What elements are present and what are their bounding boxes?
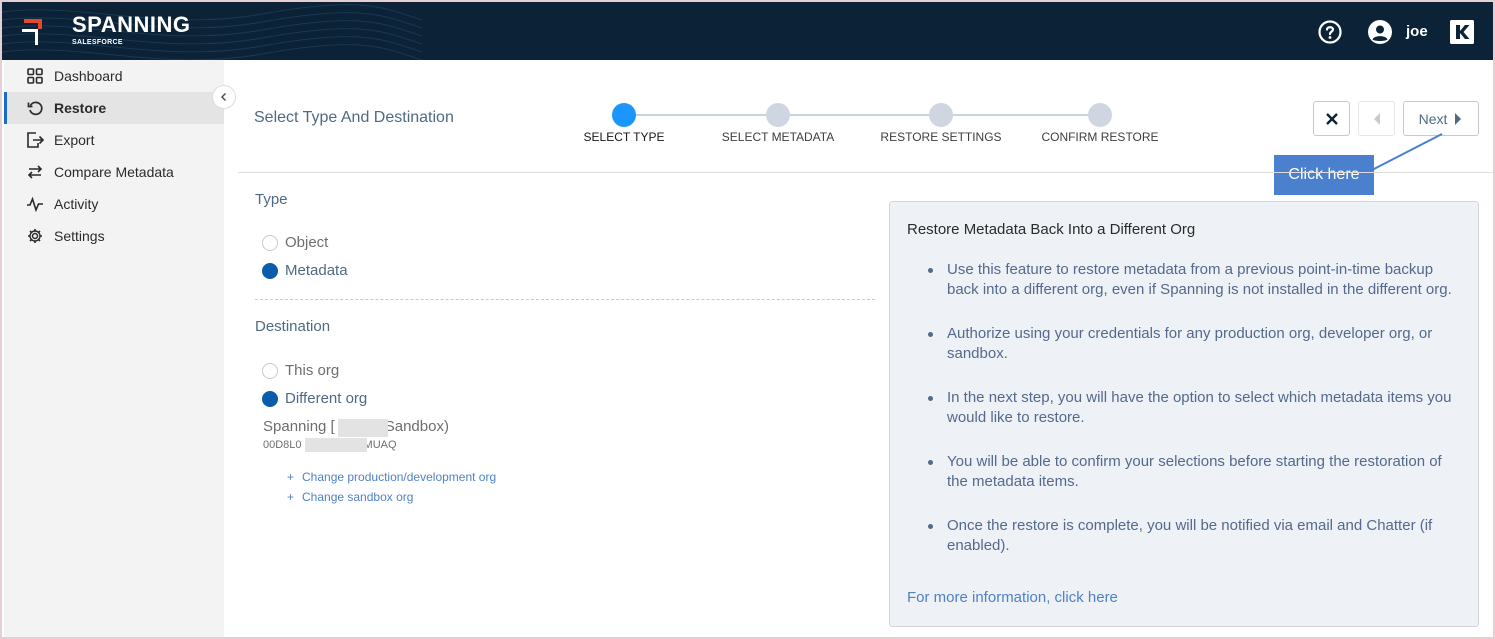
type-heading: Type xyxy=(255,191,288,208)
radio-label: This org xyxy=(285,362,340,379)
info-title: Restore Metadata Back Into a Different O… xyxy=(907,221,1196,238)
step-dot-select-metadata xyxy=(766,103,790,127)
click-here-callout: Click here xyxy=(1274,155,1374,195)
radio-different-org[interactable]: Different org xyxy=(262,390,367,407)
progress-stepper: SELECT TYPE SELECT METADATA RESTORE SETT… xyxy=(582,100,1182,150)
activity-icon xyxy=(24,195,46,213)
radio-label: Object xyxy=(285,234,329,251)
step-dot-select-type xyxy=(612,103,636,127)
export-icon xyxy=(24,131,46,149)
sidebar-item-label: Export xyxy=(54,132,95,148)
radio-button[interactable] xyxy=(262,390,278,407)
info-bullet: Once the restore is complete, you will b… xyxy=(928,516,1456,556)
info-bullet: Authorize using your credentials for any… xyxy=(928,324,1456,364)
cancel-button[interactable] xyxy=(1313,101,1350,136)
radio-label: Different org xyxy=(285,390,368,407)
sidebar-item-activity[interactable]: Activity xyxy=(4,188,224,220)
sidebar-collapse-button[interactable] xyxy=(212,85,236,109)
step-dot-restore-settings xyxy=(929,103,953,127)
step-dot-confirm-restore xyxy=(1088,103,1112,127)
header-divider xyxy=(238,172,1493,173)
sidebar-item-compare-metadata[interactable]: Compare Metadata xyxy=(4,156,224,188)
org-name-end: Sandbox) xyxy=(384,418,449,435)
step-label-confirm-restore: CONFIRM RESTORE xyxy=(1041,130,1159,144)
plus-icon: + xyxy=(287,470,295,484)
page-title: Select Type And Destination xyxy=(254,109,454,126)
gear-icon xyxy=(24,227,46,245)
sidebar-item-label: Restore xyxy=(54,100,107,116)
restore-icon xyxy=(24,99,46,117)
change-production-org-link[interactable]: + Change production/development org xyxy=(287,470,496,484)
spanning-logo-icon xyxy=(22,19,42,45)
triangle-left-icon xyxy=(1373,112,1380,125)
step-label-select-type: SELECT TYPE xyxy=(583,130,665,144)
plus-icon: + xyxy=(287,490,295,504)
info-panel: Restore Metadata Back Into a Different O… xyxy=(889,201,1479,627)
section-divider xyxy=(255,299,875,300)
compare-icon xyxy=(24,163,46,181)
step-label-restore-settings: RESTORE SETTINGS xyxy=(880,130,1002,144)
top-header: SPANNING SALESFORCE joe xyxy=(2,2,1493,60)
sidebar-item-restore[interactable]: Restore xyxy=(4,92,224,124)
info-bullet: In the next step, you will have the opti… xyxy=(928,388,1456,428)
destination-heading: Destination xyxy=(255,318,331,335)
brand-subtitle: SALESFORCE xyxy=(72,39,123,46)
sidebar: Dashboard Restore Export Compare Metadat… xyxy=(4,60,224,637)
radio-button[interactable] xyxy=(262,262,278,279)
user-name[interactable]: joe xyxy=(1406,23,1428,40)
user-avatar-icon[interactable] xyxy=(1368,20,1392,44)
sidebar-item-label: Compare Metadata xyxy=(54,164,174,180)
radio-metadata[interactable]: Metadata xyxy=(262,262,348,279)
next-button-label: Next xyxy=(1418,110,1448,127)
help-icon[interactable] xyxy=(1318,20,1342,44)
info-bullet-list: Use this feature to restore metadata fro… xyxy=(928,260,1456,580)
sidebar-item-export[interactable]: Export xyxy=(4,124,224,156)
header-wave-pattern xyxy=(2,4,422,60)
kaseya-logo-icon[interactable] xyxy=(1450,20,1474,44)
change-sandbox-org-link[interactable]: + Change sandbox org xyxy=(287,490,413,504)
more-info-link[interactable]: For more information, click here xyxy=(907,589,1118,606)
sidebar-item-label: Activity xyxy=(54,196,99,212)
triangle-right-icon xyxy=(1455,112,1462,125)
info-bullet: You will be able to confirm your selecti… xyxy=(928,452,1456,492)
org-id-start: 00D8L0 xyxy=(263,439,302,451)
radio-object[interactable]: Object xyxy=(262,234,328,251)
callout-pointer-line xyxy=(1371,133,1443,171)
org-id-end: MUAQ xyxy=(363,439,397,451)
sidebar-item-settings[interactable]: Settings xyxy=(4,220,224,252)
step-label-select-metadata: SELECT METADATA xyxy=(721,130,835,144)
chevron-left-icon xyxy=(221,93,226,101)
info-bullet: Use this feature to restore metadata fro… xyxy=(928,260,1456,300)
grid-icon xyxy=(24,67,46,85)
radio-button[interactable] xyxy=(262,362,278,379)
next-button[interactable]: Next xyxy=(1403,101,1479,136)
radio-this-org[interactable]: This org xyxy=(262,362,339,379)
org-name-start: Spanning [ xyxy=(263,418,335,435)
close-icon xyxy=(1325,112,1338,125)
sidebar-item-label: Settings xyxy=(54,228,105,244)
radio-button[interactable] xyxy=(262,234,278,251)
sidebar-item-dashboard[interactable]: Dashboard xyxy=(4,60,224,92)
sidebar-item-label: Dashboard xyxy=(54,68,123,84)
stepper-line xyxy=(624,114,1100,116)
previous-button[interactable] xyxy=(1358,101,1395,136)
radio-label: Metadata xyxy=(285,262,348,279)
app-window: SPANNING SALESFORCE joe Dashboard Restor… xyxy=(0,0,1495,639)
redacted-block xyxy=(305,438,367,452)
brand-name: SPANNING xyxy=(72,12,191,37)
redacted-block xyxy=(338,419,388,437)
